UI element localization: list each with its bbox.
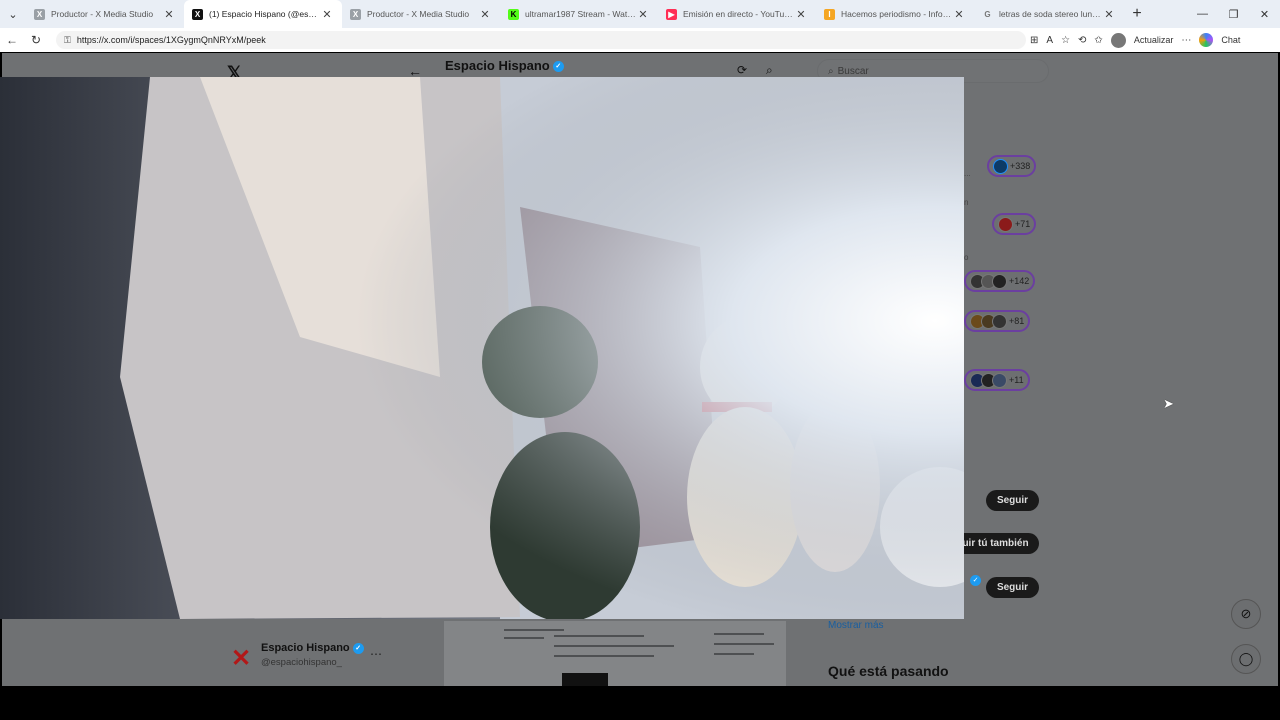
copilot-icon[interactable] <box>1199 33 1214 47</box>
browser-tab[interactable]: ▶ Emisión en directo - YouTube Stu ✕ <box>658 0 816 28</box>
listeners-pill[interactable]: +338 <box>987 155 1037 177</box>
avatar <box>992 273 1007 289</box>
listeners-pill[interactable]: +81 <box>964 310 1031 332</box>
tab-title: Hacemos periodismo - Infobae <box>841 9 952 19</box>
avatar <box>992 372 1007 388</box>
browser-tab[interactable]: X Productor - X Media Studio ✕ <box>342 0 500 28</box>
host-name[interactable]: Espacio Hispano ✓ <box>261 642 364 654</box>
youtube-icon: ▶ <box>666 8 677 20</box>
browser-tab[interactable]: X Productor - X Media Studio ✕ <box>26 0 184 28</box>
search-icon[interactable]: ⌕ <box>766 63 773 78</box>
close-tab-icon[interactable]: ✕ <box>794 8 808 21</box>
listener-count: +81 <box>1009 316 1025 326</box>
listeners-pill[interactable]: +11 <box>964 369 1030 391</box>
avatar <box>992 313 1007 329</box>
page-title: Espacio Hispano ✓ <box>445 58 564 73</box>
x-icon: X <box>34 8 45 20</box>
tab-title: Productor - X Media Studio <box>51 9 154 19</box>
chat-button[interactable]: Chat <box>1221 35 1240 45</box>
close-tab-icon[interactable]: ✕ <box>1102 8 1116 21</box>
tab-actions-menu-icon[interactable]: ⌄ <box>0 0 26 28</box>
window-controls: — ❐ ✕ <box>1187 0 1280 28</box>
close-tab-icon[interactable]: ✕ <box>952 8 966 21</box>
avatar <box>993 158 1008 174</box>
browser-tab[interactable]: I Hacemos periodismo - Infobae ✕ <box>816 0 974 28</box>
close-tab-icon[interactable]: ✕ <box>636 8 650 21</box>
more-options-icon[interactable]: ⋯ <box>370 647 382 661</box>
close-tab-icon[interactable]: ✕ <box>478 8 492 21</box>
browser-tab[interactable]: K ultramar1987 Stream - Watch Live ✕ <box>500 0 658 28</box>
verified-badge-icon: ✓ <box>552 61 564 73</box>
avatar <box>998 216 1013 232</box>
verified-badge-icon: ✓ <box>352 642 364 654</box>
x-icon: X <box>192 8 203 20</box>
tab-title: ultramar1987 Stream - Watch Live <box>525 9 636 19</box>
follow-back-button[interactable]: uir tú también <box>952 533 1039 554</box>
browser-toolbar: ⊞ A ☆ ⟲ ✩ Actualizar ⋯ Chat <box>1030 32 1240 48</box>
profile-avatar[interactable] <box>1110 32 1126 48</box>
listener-count: +142 <box>1009 276 1030 286</box>
listener-count: +11 <box>1009 375 1024 385</box>
browser-tab[interactable]: G letras de soda stereo luna roja - B ✕ <box>974 0 1124 28</box>
kick-icon: K <box>508 8 519 20</box>
more-icon[interactable]: ⋯ <box>1181 35 1191 46</box>
video-frame <box>0 77 964 619</box>
whats-happening-heading: Qué está pasando <box>828 663 949 679</box>
update-button[interactable]: Actualizar <box>1134 35 1174 45</box>
infobae-icon: I <box>824 8 835 20</box>
snippet-text: o <box>964 253 969 262</box>
browser-tab-bar: ⌄ X Productor - X Media Studio ✕ X (1) E… <box>0 0 1280 28</box>
space-title-text: Espacio Hispano <box>445 58 550 73</box>
url-field[interactable]: ⚿ https://x.com/i/spaces/1XGygmQnNRYxM/p… <box>56 31 1026 49</box>
host-name-text: Espacio Hispano <box>261 642 350 654</box>
snippet-text: n <box>964 198 969 207</box>
screenshot-thumbnail <box>444 621 786 686</box>
listener-count: +338 <box>1010 161 1031 171</box>
read-aloud-icon[interactable]: A <box>1046 35 1053 46</box>
minimize-icon[interactable]: — <box>1187 0 1218 28</box>
messages-icon[interactable]: ◯ <box>1231 644 1261 674</box>
site-info-icon[interactable]: ⚿ <box>64 35 71 46</box>
reload-icon[interactable]: ↻ <box>24 33 48 47</box>
search-placeholder: Buscar <box>837 65 869 77</box>
url-text: https://x.com/i/spaces/1XGygmQnNRYxM/pee… <box>76 35 266 45</box>
app-icon[interactable]: ⊞ <box>1030 35 1038 46</box>
host-handle: @espaciohispano_ <box>261 657 342 668</box>
refresh-icon[interactable]: ⟳ <box>737 63 747 77</box>
verified-badge-icon: ✓ <box>970 575 981 586</box>
snippet-text: ... <box>964 169 971 178</box>
show-more-link[interactable]: Mostrar más <box>828 620 884 631</box>
mouse-cursor-icon: ➤ <box>1163 396 1174 411</box>
new-tab-icon[interactable]: + <box>1124 5 1150 23</box>
restore-icon[interactable]: ❐ <box>1218 0 1249 28</box>
x-icon: X <box>350 8 361 20</box>
listener-count: +71 <box>1015 219 1031 229</box>
tab-title: Emisión en directo - YouTube Stu <box>683 9 794 19</box>
search-icon: ⌕ <box>828 65 834 77</box>
address-bar: ← ↻ ⚿ https://x.com/i/spaces/1XGygmQnNRY… <box>0 28 1280 52</box>
follow-button[interactable]: Seguir <box>986 577 1039 598</box>
listeners-pill[interactable]: +71 <box>992 213 1037 235</box>
host-avatar[interactable]: ✕ <box>228 646 254 672</box>
tab-title: (1) Espacio Hispano (@espaciohis <box>209 9 320 19</box>
search-icon: G <box>984 9 991 19</box>
video-player[interactable] <box>0 77 964 619</box>
tab-title: letras de soda stereo luna roja - B <box>999 9 1102 19</box>
favorite-star-icon[interactable]: ☆ <box>1061 35 1070 46</box>
tab-title: Productor - X Media Studio <box>367 9 470 19</box>
listeners-pill[interactable]: +142 <box>964 270 1036 292</box>
favorites-icon[interactable]: ✩ <box>1094 35 1102 46</box>
follow-button[interactable]: Seguir <box>986 490 1039 511</box>
close-tab-icon[interactable]: ✕ <box>162 8 176 21</box>
close-tab-icon[interactable]: ✕ <box>320 8 334 21</box>
close-window-icon[interactable]: ✕ <box>1249 0 1280 28</box>
extensions-icon[interactable]: ⟲ <box>1078 35 1086 46</box>
grok-icon[interactable]: ⊘ <box>1231 599 1261 629</box>
browser-tab-active[interactable]: X (1) Espacio Hispano (@espaciohis ✕ <box>184 0 342 28</box>
back-icon[interactable]: ← <box>0 33 24 47</box>
